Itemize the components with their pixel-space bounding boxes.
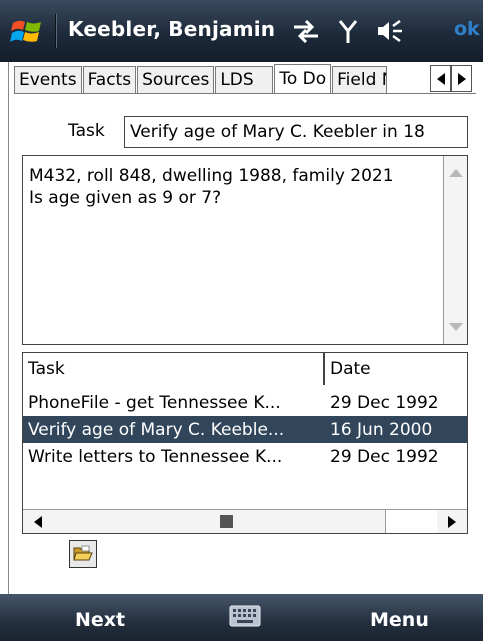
softkey-bar: Next Menu — [0, 594, 483, 641]
notes-vertical-scrollbar[interactable] — [443, 156, 467, 344]
tab-facts[interactable]: Facts — [82, 66, 137, 94]
table-row[interactable]: Write letters to Tennessee K... 29 Dec 1… — [23, 443, 467, 470]
tab-strip: Events Facts Sources LDS To Do Field N — [14, 64, 388, 94]
arrow-right-icon — [457, 72, 466, 85]
scroll-up-button[interactable] — [444, 158, 467, 188]
list-header: Task Date — [23, 353, 467, 385]
arrow-up-icon — [448, 169, 463, 177]
scroll-track[interactable] — [385, 510, 437, 533]
task-list[interactable]: Task Date PhoneFile - get Tennessee K...… — [22, 352, 468, 534]
menu-softkey[interactable]: Menu — [370, 609, 429, 631]
row-task: Write letters to Tennessee K... — [28, 446, 283, 467]
row-date: 16 Jun 2000 — [330, 419, 433, 440]
scroll-right-button[interactable] — [437, 510, 467, 533]
signal-antenna-icon[interactable] — [338, 18, 358, 44]
status-icons — [292, 16, 406, 46]
table-row[interactable]: PhoneFile - get Tennessee K... 29 Dec 19… — [23, 389, 467, 416]
notes-textarea[interactable]: M432, roll 848, dwelling 1988, family 20… — [22, 155, 468, 345]
tab-lds[interactable]: LDS — [215, 66, 274, 94]
tab-to-do[interactable]: To Do — [274, 64, 332, 94]
notes-line: Is age given as 9 or 7? — [29, 188, 222, 208]
row-date: 29 Dec 1992 — [330, 446, 439, 467]
task-label: Task — [68, 121, 105, 141]
row-date: 29 Dec 1992 — [330, 392, 439, 413]
table-row-selected[interactable]: Verify age of Mary C. Keeble... 16 Jun 2… — [23, 416, 467, 443]
row-task: Verify age of Mary C. Keeble... — [28, 419, 285, 440]
list-rows: PhoneFile - get Tennessee K... 29 Dec 19… — [23, 389, 467, 470]
arrow-down-icon — [448, 323, 463, 331]
ok-button[interactable]: ok — [454, 18, 480, 40]
list-horizontal-scrollbar[interactable] — [23, 509, 467, 533]
scroll-down-button[interactable] — [444, 312, 467, 342]
tab-field-notes[interactable]: Field N — [332, 66, 388, 94]
windows-start-icon[interactable] — [10, 14, 44, 48]
notes-text: M432, roll 848, dwelling 1988, family 20… — [29, 165, 439, 209]
column-header-date[interactable]: Date — [325, 353, 467, 385]
title-bar: Keebler, Benjamin Frai ok — [0, 0, 483, 62]
keyboard-icon[interactable] — [229, 605, 261, 627]
arrow-right-icon — [448, 515, 456, 528]
scroll-thumb[interactable] — [220, 515, 233, 528]
title-separator — [55, 14, 57, 48]
tab-sources[interactable]: Sources — [137, 66, 215, 94]
open-folder-icon — [73, 545, 93, 561]
tab-underline — [14, 93, 476, 94]
connectivity-icon[interactable] — [292, 19, 320, 43]
tab-scroll-left-button[interactable] — [430, 65, 451, 92]
notes-line: M432, roll 848, dwelling 1988, family 20… — [29, 166, 394, 186]
speaker-icon[interactable] — [376, 18, 406, 44]
row-task: PhoneFile - get Tennessee K... — [28, 392, 281, 413]
tab-events[interactable]: Events — [14, 66, 82, 94]
open-folder-button[interactable] — [69, 540, 97, 568]
tab-scroll-right-button[interactable] — [451, 65, 472, 92]
window-title: Keebler, Benjamin Frai — [68, 17, 280, 41]
task-input[interactable]: Verify age of Mary C. Keebler in 18 — [124, 116, 468, 148]
arrow-left-icon — [34, 515, 42, 528]
scroll-left-button[interactable] — [23, 510, 53, 533]
column-header-task[interactable]: Task — [23, 353, 325, 385]
arrow-left-icon — [436, 72, 445, 85]
next-softkey[interactable]: Next — [75, 609, 125, 631]
